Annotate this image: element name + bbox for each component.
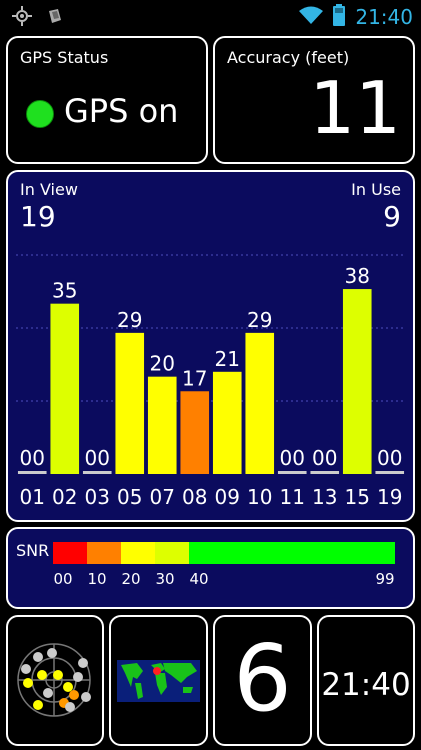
satellite-id-label: 09: [215, 485, 240, 509]
snr-bar-03: [82, 471, 112, 474]
bar-value-label: 00: [280, 446, 305, 470]
satellite-snr-chart-panel[interactable]: In View 19 In Use 9 00 01 35 02 00 03 29 05 20 07…: [6, 170, 415, 522]
snr-bar-07: [147, 376, 177, 474]
snr-scale-tick: 99: [375, 570, 394, 588]
status-clock: 21:40: [355, 5, 413, 29]
snr-scale-segment: [189, 542, 395, 564]
gps-on-indicator-icon: [26, 100, 54, 128]
snr-bar-19: [375, 471, 405, 474]
snr-bar-09: [212, 371, 242, 474]
satellite-id-label: 19: [377, 485, 402, 509]
sky-radar-icon: [17, 643, 91, 717]
bar-value-label: 00: [85, 446, 110, 470]
bar-value-label: 35: [52, 279, 77, 303]
notification-icon: [46, 7, 64, 29]
accuracy-panel[interactable]: Accuracy (feet) 11: [213, 36, 415, 164]
bar-value-label: 00: [312, 446, 337, 470]
snr-scale-tick: 40: [189, 570, 208, 588]
satellite-count-value: 6: [233, 625, 292, 732]
satellite-id-label: 13: [312, 485, 337, 509]
satellite-id-label: 08: [182, 485, 207, 509]
battery-icon: [333, 4, 346, 30]
satellite-id-label: 01: [20, 485, 45, 509]
gps-status-label: GPS Status: [20, 48, 109, 67]
gps-status-value: GPS on: [64, 92, 179, 130]
satellite-count-tile[interactable]: 6: [213, 615, 312, 746]
satellite-bar-chart: 00 01 35 02 00 03 29 05 20 07 17 08 21 09 29 10 00 11 00 13…: [16, 254, 406, 509]
accuracy-label: Accuracy (feet): [227, 48, 350, 67]
wifi-icon: [299, 6, 324, 28]
snr-scale-tick: 00: [53, 570, 72, 588]
snr-scale-tick: 30: [155, 570, 174, 588]
satellite-id-label: 10: [247, 485, 272, 509]
snr-bar-02: [50, 303, 80, 474]
bar-value-label: 29: [247, 308, 272, 332]
satellite-id-label: 15: [345, 485, 370, 509]
bar-value-label: 21: [215, 347, 240, 371]
snr-scale-tick: 20: [121, 570, 140, 588]
snr-legend-panel: SNR 00 10 20 30 40 99: [6, 527, 415, 609]
bar-value-label: 00: [377, 446, 402, 470]
snr-scale-segment: [53, 542, 87, 564]
snr-bar-01: [17, 471, 47, 474]
snr-scale-segment: [155, 542, 189, 564]
accuracy-value: 11: [309, 66, 401, 150]
gps-status-panel[interactable]: GPS Status GPS on: [6, 36, 208, 164]
bar-value-label: 00: [20, 446, 45, 470]
status-bar: 21:40: [0, 0, 421, 32]
satellite-id-label: 05: [117, 485, 142, 509]
snr-scale-segment: [87, 542, 121, 564]
satellite-id-label: 11: [280, 485, 305, 509]
snr-bar-10: [245, 332, 275, 474]
bar-value-label: 29: [117, 308, 142, 332]
clock-tile[interactable]: 21:40: [317, 615, 415, 746]
world-map-icon: [117, 660, 200, 702]
satellite-id-label: 07: [150, 485, 175, 509]
satellite-id-label: 02: [52, 485, 77, 509]
clock-value: 21:40: [321, 667, 411, 703]
snr-bar-08: [180, 391, 210, 474]
snr-bar-05: [115, 332, 145, 474]
gps-crosshair-icon: [12, 6, 32, 30]
bar-value-label: 17: [182, 366, 207, 390]
world-map-tile[interactable]: [109, 615, 208, 746]
snr-bar-11: [277, 471, 307, 474]
bar-value-label: 38: [345, 264, 370, 288]
bar-value-label: 20: [150, 352, 175, 376]
snr-scale-segment: [121, 542, 155, 564]
snr-color-scale: 00 10 20 30 40 99: [53, 542, 395, 588]
sky-radar-tile[interactable]: [6, 615, 104, 746]
snr-scale-tick: 10: [87, 570, 106, 588]
snr-bar-13: [310, 471, 340, 474]
snr-bar-15: [342, 289, 372, 474]
satellite-id-label: 03: [85, 485, 110, 509]
